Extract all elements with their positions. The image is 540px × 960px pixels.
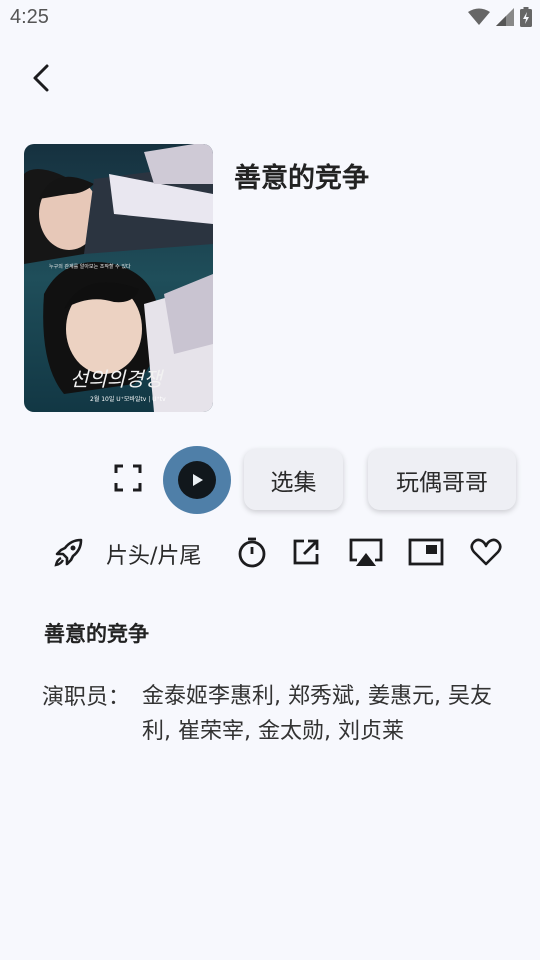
play-button[interactable] xyxy=(163,446,231,514)
open-external-icon xyxy=(293,539,319,565)
play-inner xyxy=(178,461,216,499)
favorite-button[interactable] xyxy=(466,534,506,570)
cast-label: 演职员： xyxy=(42,685,131,710)
wifi-icon xyxy=(468,8,490,25)
status-bar: 4:25 xyxy=(0,0,540,36)
source-button[interactable]: 玩偶哥哥 xyxy=(368,449,516,510)
cast-button[interactable] xyxy=(346,534,386,570)
page-title: 善意的竞争 xyxy=(234,163,369,194)
status-icons xyxy=(468,6,532,28)
fullscreen-icon xyxy=(114,464,142,492)
status-time: 4:25 xyxy=(10,6,49,28)
poster-image[interactable]: 선의의경쟁 누구의 관계를 알아보는 조작할 수 있다 2월 10일 U⁺모바일… xyxy=(24,144,213,412)
poster-art: 선의의경쟁 누구의 관계를 알아보는 조작할 수 있다 2월 10일 U⁺모바일… xyxy=(24,144,213,412)
picture-in-picture-icon xyxy=(408,538,444,566)
cell-signal-icon xyxy=(496,8,514,26)
heart-outline-icon xyxy=(470,538,502,566)
airplay-icon xyxy=(349,538,383,566)
back-button[interactable] xyxy=(22,56,62,100)
poster-logo: 선의의경쟁 xyxy=(70,367,165,391)
arrow-back-icon xyxy=(33,64,49,92)
play-icon xyxy=(193,474,203,486)
skip-intro-button[interactable] xyxy=(50,534,88,570)
timer-button[interactable] xyxy=(234,534,270,570)
episodes-button[interactable]: 选集 xyxy=(244,449,343,510)
rocket-icon xyxy=(54,538,83,567)
action-row: 片头/片尾 xyxy=(0,530,540,574)
skip-intro-label[interactable]: 片头/片尾 xyxy=(106,538,201,570)
pip-button[interactable] xyxy=(406,534,446,570)
poster-release: 2월 10일 U⁺모바일tv | U⁺tv xyxy=(90,395,166,403)
timer-icon xyxy=(238,537,266,568)
cast-value: 金泰姬李惠利, 郑秀斌, 姜惠元, 吴友利, 崔荣宰, 金太勋, 刘贞莱 xyxy=(142,684,492,744)
detail-title: 善意的竞争 xyxy=(44,622,149,646)
fullscreen-button[interactable] xyxy=(110,460,146,496)
open-external-button[interactable] xyxy=(288,534,324,570)
poster-tagline: 누구의 관계를 알아보는 조작할 수 있다 xyxy=(49,263,131,270)
battery-charging-icon xyxy=(520,7,532,27)
